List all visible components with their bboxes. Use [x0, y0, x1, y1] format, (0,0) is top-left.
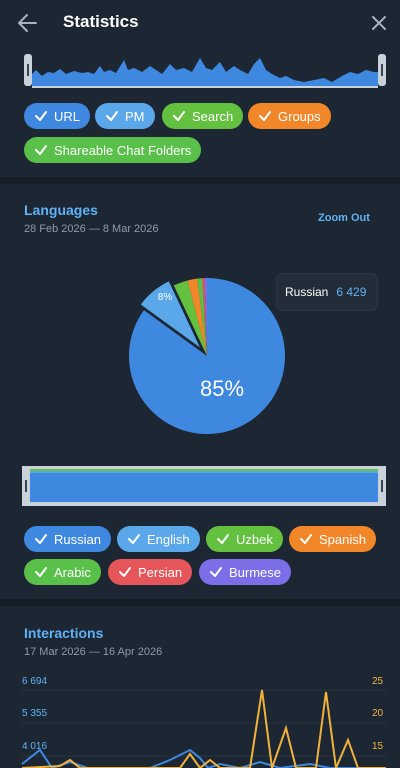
interactions-line-chart: [21, 689, 386, 768]
chip-label: Groups: [278, 108, 321, 124]
zoom-out-button[interactable]: Zoom Out: [318, 212, 370, 224]
languages-title: Languages: [24, 202, 98, 218]
chip-label: Spanish: [319, 531, 366, 547]
header: Statistics: [0, 0, 400, 46]
chip-pm[interactable]: PM: [95, 103, 155, 129]
chip-burmese[interactable]: Burmese: [199, 559, 292, 585]
chip-shareable-chat-folders[interactable]: Shareable Chat Folders: [24, 137, 202, 163]
checkmark-icon: [216, 532, 230, 546]
checkmark-icon: [105, 109, 119, 123]
tooltip-language: Russian: [285, 285, 329, 299]
chip-label: English: [147, 531, 190, 547]
chip-english[interactable]: English: [117, 526, 200, 552]
languages-range-selector[interactable]: [22, 466, 386, 506]
interactions-date-range: 17 Mar 2026 — 16 Apr 2026: [24, 646, 163, 658]
top-range-selector[interactable]: [24, 52, 386, 88]
pie-tooltip: Russian 6 429: [277, 274, 377, 310]
chip-label: Search: [192, 108, 234, 124]
checkmark-icon: [127, 532, 141, 546]
checkmark-icon: [34, 109, 48, 123]
section-divider: [0, 177, 400, 184]
languages-range-chart: [22, 466, 386, 506]
pie-label-small: 8%: [158, 292, 173, 303]
section-divider: [0, 599, 400, 606]
interactions-title: Interactions: [24, 625, 104, 641]
chip-label: URL: [54, 108, 81, 124]
pie-label-large: 85%: [200, 376, 244, 401]
page-title: Statistics: [63, 12, 139, 31]
checkmark-icon: [299, 532, 313, 546]
checkmark-icon: [258, 109, 272, 123]
arrow-left-icon[interactable]: [14, 10, 42, 36]
chip-uzbek[interactable]: Uzbek: [206, 526, 283, 552]
chip-label: Russian: [54, 531, 101, 547]
chip-search[interactable]: Search: [162, 103, 244, 129]
chip-spanish[interactable]: Spanish: [289, 526, 376, 552]
checkmark-icon: [118, 565, 132, 579]
chip-label: Shareable Chat Folders: [54, 142, 192, 158]
tooltip-value: 6 429: [336, 285, 367, 299]
checkmark-icon: [34, 143, 48, 157]
chip-url[interactable]: URL: [24, 103, 91, 129]
languages-date-range: 28 Feb 2026 — 8 Mar 2026: [24, 223, 159, 235]
chip-label: Burmese: [229, 564, 282, 580]
checkmark-icon: [209, 565, 223, 579]
close-icon[interactable]: [368, 12, 390, 34]
chip-groups[interactable]: Groups: [248, 103, 331, 129]
chip-label: Persian: [138, 564, 183, 580]
chip-label: Uzbek: [236, 531, 273, 547]
chip-persian[interactable]: Persian: [108, 559, 193, 585]
top-range-chart: [24, 52, 386, 88]
checkmark-icon: [172, 109, 186, 123]
chip-arabic[interactable]: Arabic: [24, 559, 101, 585]
checkmark-icon: [34, 532, 48, 546]
chip-russian[interactable]: Russian: [24, 526, 111, 552]
checkmark-icon: [34, 565, 48, 579]
chip-label: PM: [125, 108, 145, 124]
chip-label: Arabic: [54, 564, 91, 580]
